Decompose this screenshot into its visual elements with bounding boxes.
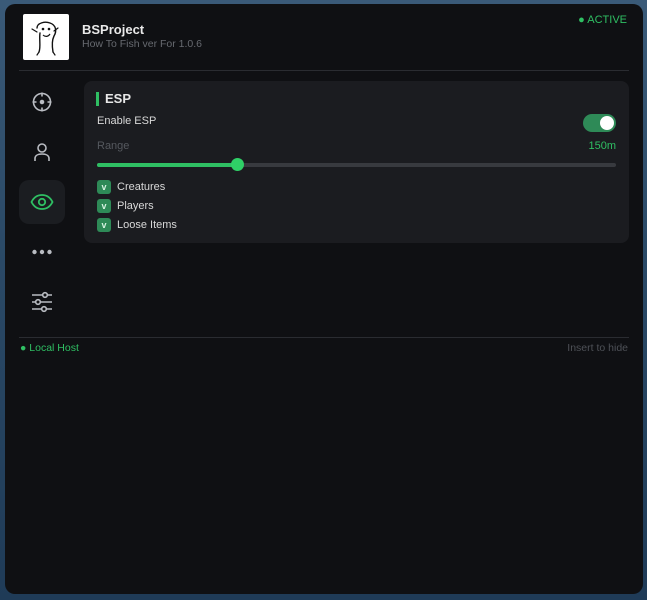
checkbox[interactable]: v [97,180,111,194]
sliders-icon [32,291,52,313]
check-creatures[interactable]: v Creatures [97,180,165,194]
checkbox[interactable]: v [97,199,111,213]
range-label: Range [97,140,130,152]
sidebar-item-aim[interactable] [19,80,65,124]
status-badge: ● ACTIVE [578,14,627,26]
esp-panel: ESP Enable ESP Range 150m v Creatures v … [84,81,629,243]
header: BSProject How To Fish ver For 1.0.6 ● AC… [5,4,643,72]
sidebar-item-player[interactable] [19,130,65,174]
footer-divider [19,337,629,338]
app-logo [23,14,69,60]
header-divider [19,70,629,71]
range-slider-fill [97,163,238,167]
more-dots-icon [32,249,52,255]
sidebar-item-settings[interactable] [19,280,65,324]
enable-esp-label: Enable ESP [97,115,157,127]
connection-status: ● Local Host [20,342,79,354]
crosshair-icon [32,92,52,112]
hide-hint: Insert to hide [567,342,628,354]
panel-title: ESP [96,92,131,106]
user-icon [34,143,50,161]
eye-icon [30,194,54,210]
toggle-knob [600,116,614,130]
range-slider[interactable] [97,158,616,171]
check-loose-items[interactable]: v Loose Items [97,218,177,232]
sidebar-item-misc[interactable] [19,230,65,274]
check-label: Loose Items [117,219,177,231]
enable-esp-toggle[interactable] [583,114,616,132]
checkbox[interactable]: v [97,218,111,232]
sidebar-item-esp[interactable] [19,180,65,224]
check-label: Creatures [117,181,166,193]
doodle-mascot-icon [31,21,59,56]
range-slider-thumb[interactable] [231,158,245,171]
app-subtitle: How To Fish ver For 1.0.6 [82,38,203,50]
range-value: 150m [588,140,616,152]
app-title: BSProject [82,22,145,37]
check-players[interactable]: v Players [97,199,154,213]
cheat-menu-window: BSProject How To Fish ver For 1.0.6 ● AC… [5,4,643,594]
check-label: Players [117,200,154,212]
